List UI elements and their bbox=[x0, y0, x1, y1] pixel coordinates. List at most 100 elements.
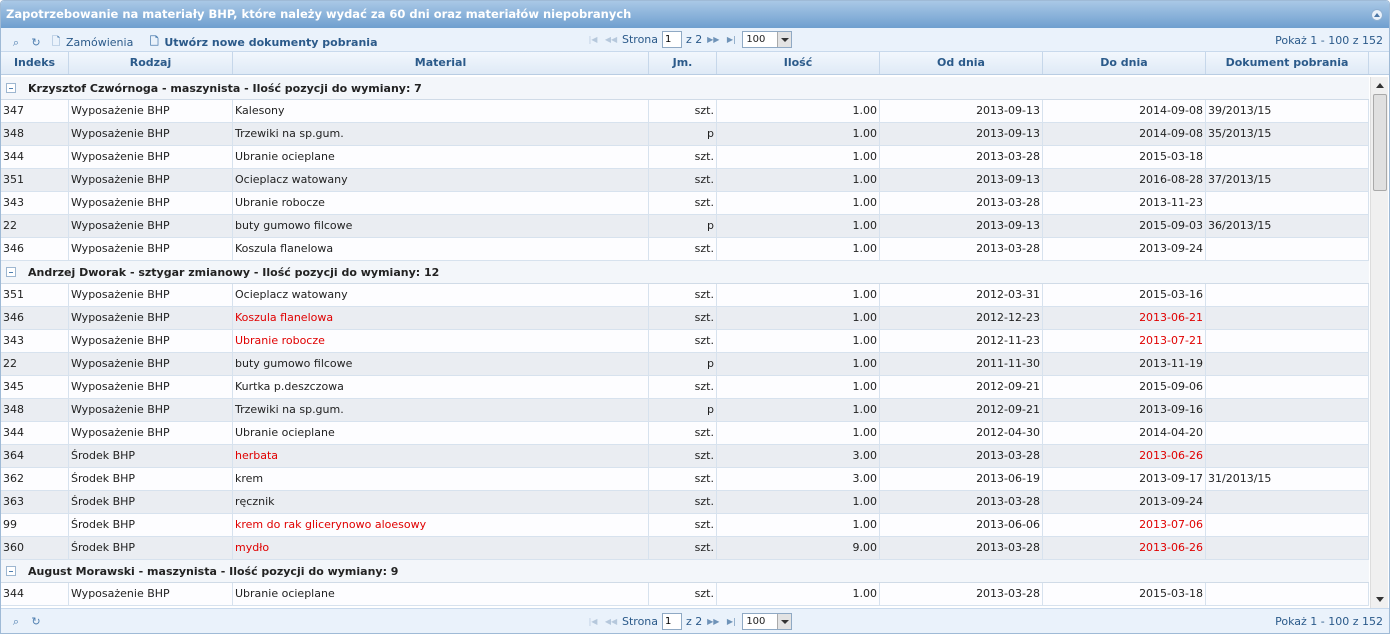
prev-page-icon[interactable]: ◀◀ bbox=[604, 617, 618, 626]
cell-unit: szt. bbox=[649, 376, 717, 398]
cell-type: Wyposażenie BHP bbox=[69, 330, 233, 352]
page-input[interactable] bbox=[662, 613, 683, 630]
column-header[interactable]: Do dnia bbox=[1043, 52, 1206, 74]
table-row[interactable]: 347 Wyposażenie BHP Kalesony szt. 1.00 2013-0… bbox=[1, 100, 1369, 123]
table-row[interactable]: 351 Wyposażenie BHP Ocieplacz watowany szt.… bbox=[1, 169, 1369, 192]
table-row[interactable]: 348 Wyposażenie BHP Trzewiki na sp.gum. p 1.… bbox=[1, 123, 1369, 146]
cell-mat: Ubranie ocieplane bbox=[233, 146, 649, 168]
table-row[interactable]: 99 Środek BHP krem do rak glicerynowo aloe… bbox=[1, 514, 1369, 537]
table-row[interactable]: 22 Wyposażenie BHP buty gumowo filcowe p 1.0… bbox=[1, 353, 1369, 376]
cell-idx: 346 bbox=[1, 307, 69, 329]
cell-to: 2015-09-03 bbox=[1043, 215, 1206, 237]
cell-unit: szt. bbox=[649, 238, 717, 260]
search-icon[interactable]: ⌕ bbox=[9, 36, 23, 50]
cell-to: 2013-09-24 bbox=[1043, 238, 1206, 260]
group-label: Krzysztof Czwórnoga - maszynista - Ilość… bbox=[28, 81, 422, 95]
cell-type: Wyposażenie BHP bbox=[69, 307, 233, 329]
table-row[interactable]: 345 Wyposażenie BHP Kurtka p.deszczowa szt.… bbox=[1, 376, 1369, 399]
column-header[interactable]: Dokument pobrania bbox=[1206, 52, 1369, 74]
scroll-up-icon[interactable] bbox=[1373, 79, 1387, 92]
cell-doc bbox=[1206, 583, 1369, 605]
column-header[interactable]: Material bbox=[233, 52, 649, 74]
cell-from: 2013-06-19 bbox=[880, 468, 1043, 490]
table-row[interactable]: 364 Środek BHP herbata szt. 3.00 2013-03-28 20… bbox=[1, 445, 1369, 468]
next-page-icon[interactable]: ▶▶ bbox=[706, 617, 720, 626]
table-row[interactable]: 344 Wyposażenie BHP Ubranie ocieplane szt. 1… bbox=[1, 422, 1369, 445]
column-header[interactable]: Od dnia bbox=[880, 52, 1043, 74]
collapse-group-icon[interactable] bbox=[6, 83, 16, 93]
column-header-row: Indeks Rodzaj Material Jm. Ilość Od dnia… bbox=[1, 52, 1389, 75]
scrollbar-thumb[interactable] bbox=[1373, 94, 1387, 191]
cell-to: 2015-03-18 bbox=[1043, 583, 1206, 605]
cell-qty: 1.00 bbox=[717, 238, 880, 260]
cell-type: Środek BHP bbox=[69, 537, 233, 559]
create-documents-button[interactable]: 🗋 Utwórz nowe dokumenty pobrania bbox=[147, 33, 378, 52]
cell-mat: Koszula flanelowa bbox=[233, 238, 649, 260]
cell-from: 2013-03-28 bbox=[880, 146, 1043, 168]
last-page-icon[interactable]: ▶| bbox=[724, 35, 738, 44]
refresh-icon[interactable]: ↻ bbox=[29, 615, 43, 629]
cell-mat: buty gumowo filcowe bbox=[233, 215, 649, 237]
table-row[interactable]: 343 Wyposażenie BHP Ubranie robocze szt. 1.0… bbox=[1, 330, 1369, 353]
cell-idx: 364 bbox=[1, 445, 69, 467]
collapse-panel-icon[interactable] bbox=[1371, 9, 1383, 21]
cell-doc bbox=[1206, 307, 1369, 329]
cell-type: Środek BHP bbox=[69, 468, 233, 490]
cell-idx: 344 bbox=[1, 146, 69, 168]
column-header[interactable]: Indeks bbox=[1, 52, 69, 74]
page-label: Strona bbox=[622, 615, 659, 628]
chevron-down-icon[interactable] bbox=[777, 32, 792, 47]
prev-page-icon[interactable]: ◀◀ bbox=[604, 35, 618, 44]
table-row[interactable]: 348 Wyposażenie BHP Trzewiki na sp.gum. p 1.… bbox=[1, 399, 1369, 422]
column-header[interactable]: Jm. bbox=[649, 52, 717, 74]
orders-button[interactable]: 🗋 Zamówienia bbox=[49, 33, 134, 52]
cell-qty: 1.00 bbox=[717, 583, 880, 605]
cell-unit: p bbox=[649, 399, 717, 421]
table-row[interactable]: 363 Środek BHP ręcznik szt. 1.00 2013-03-28 20… bbox=[1, 491, 1369, 514]
table-row[interactable]: 362 Środek BHP krem szt. 3.00 2013-06-19 2013-… bbox=[1, 468, 1369, 491]
pager-bottom: |◀ ◀◀ Strona z 2 ▶▶ ▶| 100 bbox=[586, 613, 793, 630]
refresh-icon[interactable]: ↻ bbox=[29, 36, 43, 49]
search-icon[interactable]: ⌕ bbox=[9, 615, 23, 629]
page-input[interactable] bbox=[662, 31, 683, 48]
cell-mat: Ocieplacz watowany bbox=[233, 284, 649, 306]
cell-from: 2013-09-13 bbox=[880, 123, 1043, 145]
rows-per-page-select[interactable]: 100 bbox=[742, 31, 793, 48]
first-page-icon[interactable]: |◀ bbox=[586, 617, 600, 626]
cell-to: 2016-08-28 bbox=[1043, 169, 1206, 191]
table-row[interactable]: 344 Wyposażenie BHP Ubranie ocieplane szt. 1… bbox=[1, 146, 1369, 169]
group-row[interactable]: August Morawski - maszynista - Ilość poz… bbox=[1, 560, 1369, 583]
collapse-group-icon[interactable] bbox=[6, 267, 16, 277]
scroll-down-icon[interactable] bbox=[1373, 593, 1387, 606]
next-page-icon[interactable]: ▶▶ bbox=[706, 35, 720, 44]
chevron-down-icon[interactable] bbox=[777, 614, 792, 629]
first-page-icon[interactable]: |◀ bbox=[586, 35, 600, 44]
table-row[interactable]: 22 Wyposażenie BHP buty gumowo filcowe p 1.0… bbox=[1, 215, 1369, 238]
cell-from: 2012-11-23 bbox=[880, 330, 1043, 352]
cell-to: 2015-09-06 bbox=[1043, 376, 1206, 398]
cell-unit: szt. bbox=[649, 284, 717, 306]
cell-mat: Ubranie ocieplane bbox=[233, 583, 649, 605]
cell-to: 2013-11-23 bbox=[1043, 192, 1206, 214]
group-row[interactable]: Andrzej Dworak - sztygar zmianowy - Iloś… bbox=[1, 261, 1369, 284]
table-row[interactable]: 360 Środek BHP mydło szt. 9.00 2013-03-28 2013… bbox=[1, 537, 1369, 560]
group-row[interactable]: Krzysztof Czwórnoga - maszynista - Ilość… bbox=[1, 77, 1369, 100]
cell-idx: 343 bbox=[1, 192, 69, 214]
vertical-scrollbar[interactable] bbox=[1370, 77, 1388, 608]
table-row[interactable]: 343 Wyposażenie BHP Ubranie robocze szt. 1.0… bbox=[1, 192, 1369, 215]
cell-qty: 1.00 bbox=[717, 376, 880, 398]
last-page-icon[interactable]: ▶| bbox=[724, 617, 738, 626]
table-row[interactable]: 344 Wyposażenie BHP Ubranie ocieplane szt. 1… bbox=[1, 583, 1369, 606]
column-header[interactable]: Ilość bbox=[717, 52, 880, 74]
cell-from: 2012-12-23 bbox=[880, 307, 1043, 329]
table-row[interactable]: 351 Wyposażenie BHP Ocieplacz watowany szt.… bbox=[1, 284, 1369, 307]
column-header[interactable]: Rodzaj bbox=[69, 52, 233, 74]
rows-per-page-select[interactable]: 100 bbox=[742, 613, 793, 630]
collapse-group-icon[interactable] bbox=[6, 566, 16, 576]
table-row[interactable]: 346 Wyposażenie BHP Koszula flanelowa szt. 1… bbox=[1, 238, 1369, 261]
cell-to: 2013-07-21 bbox=[1043, 330, 1206, 352]
cell-doc: 39/2013/15 bbox=[1206, 100, 1369, 122]
table-row[interactable]: 346 Wyposażenie BHP Koszula flanelowa szt. 1… bbox=[1, 307, 1369, 330]
cell-doc: 35/2013/15 bbox=[1206, 123, 1369, 145]
cell-to: 2013-06-26 bbox=[1043, 445, 1206, 467]
